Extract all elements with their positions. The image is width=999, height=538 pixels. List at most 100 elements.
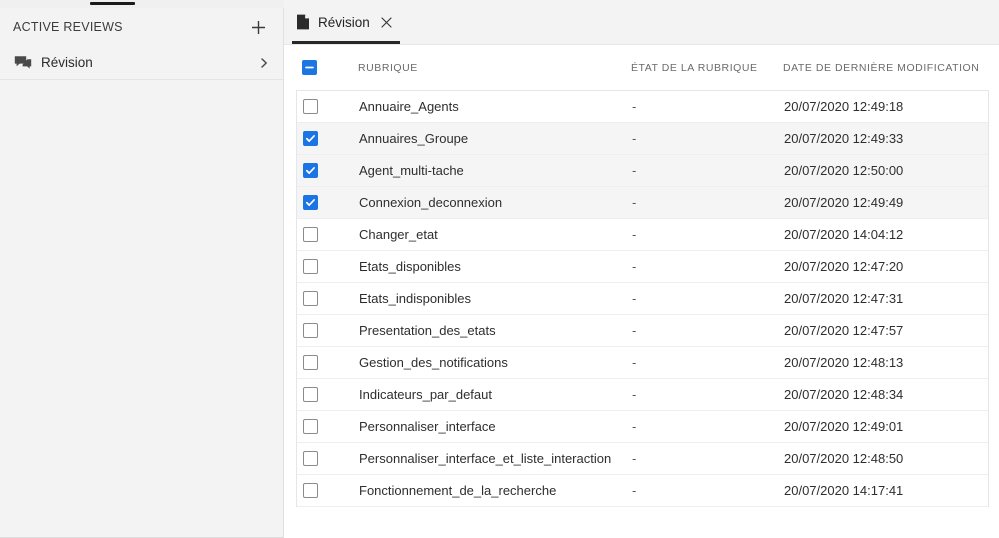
column-header-date[interactable]: DATE DE DERNIÈRE MODIFICATION bbox=[783, 62, 999, 74]
cell-date: 20/07/2020 12:47:20 bbox=[784, 259, 988, 274]
cell-date: 20/07/2020 12:47:31 bbox=[784, 291, 988, 306]
row-checkbox-cell bbox=[303, 195, 359, 210]
tab-label: Révision bbox=[318, 15, 370, 30]
cell-rubrique: Personnaliser_interface bbox=[359, 419, 632, 434]
sidebar-item-label: Révision bbox=[41, 55, 257, 70]
table-header-row: RUBRIQUE ÉTAT DE LA RUBRIQUE DATE DE DER… bbox=[284, 45, 999, 90]
cell-etat: - bbox=[632, 227, 784, 242]
close-icon[interactable] bbox=[380, 15, 394, 29]
row-checkbox-cell bbox=[303, 451, 359, 466]
row-checkbox-cell bbox=[303, 291, 359, 306]
cell-date: 20/07/2020 14:04:12 bbox=[784, 227, 988, 242]
plus-icon bbox=[250, 19, 267, 36]
row-checkbox[interactable] bbox=[303, 163, 318, 178]
cell-date: 20/07/2020 12:48:34 bbox=[784, 387, 988, 402]
table-row[interactable]: Agent_multi-tache-20/07/2020 12:50:00 bbox=[297, 155, 988, 187]
tab-bar: Révision bbox=[284, 0, 999, 45]
select-all-checkbox[interactable] bbox=[302, 60, 317, 75]
table-row[interactable]: Indicateurs_par_defaut-20/07/2020 12:48:… bbox=[297, 379, 988, 411]
document-icon bbox=[296, 14, 310, 30]
row-checkbox[interactable] bbox=[303, 99, 318, 114]
cell-etat: - bbox=[632, 483, 784, 498]
row-checkbox-cell bbox=[303, 355, 359, 370]
cell-rubrique: Changer_etat bbox=[359, 227, 632, 242]
cell-etat: - bbox=[632, 99, 784, 114]
cell-etat: - bbox=[632, 355, 784, 370]
row-checkbox[interactable] bbox=[303, 291, 318, 306]
column-header-rubrique[interactable]: RUBRIQUE bbox=[358, 62, 631, 74]
cell-rubrique: Etats_disponibles bbox=[359, 259, 632, 274]
row-checkbox-cell bbox=[303, 259, 359, 274]
table-row[interactable]: Presentation_des_etats-20/07/2020 12:47:… bbox=[297, 315, 988, 347]
cell-rubrique: Indicateurs_par_defaut bbox=[359, 387, 632, 402]
row-checkbox[interactable] bbox=[303, 323, 318, 338]
row-checkbox[interactable] bbox=[303, 387, 318, 402]
table-row[interactable]: Etats_disponibles-20/07/2020 12:47:20 bbox=[297, 251, 988, 283]
cell-etat: - bbox=[632, 291, 784, 306]
table-row[interactable]: Etats_indisponibles-20/07/2020 12:47:31 bbox=[297, 283, 988, 315]
cell-rubrique: Etats_indisponibles bbox=[359, 291, 632, 306]
sidebar-item-revision[interactable]: Révision bbox=[0, 46, 283, 80]
sidebar-title: ACTIVE REVIEWS bbox=[13, 20, 123, 34]
column-header-etat[interactable]: ÉTAT DE LA RUBRIQUE bbox=[631, 62, 783, 74]
cell-rubrique: Agent_multi-tache bbox=[359, 163, 632, 178]
table-row[interactable]: Connexion_deconnexion-20/07/2020 12:49:4… bbox=[297, 187, 988, 219]
cell-etat: - bbox=[632, 163, 784, 178]
row-checkbox[interactable] bbox=[303, 195, 318, 210]
cell-rubrique: Annuaire_Agents bbox=[359, 99, 632, 114]
table-container: RUBRIQUE ÉTAT DE LA RUBRIQUE DATE DE DER… bbox=[284, 45, 999, 538]
cell-etat: - bbox=[632, 131, 784, 146]
cell-date: 20/07/2020 12:48:50 bbox=[784, 451, 988, 466]
table-row[interactable]: Personnaliser_interface_et_liste_interac… bbox=[297, 443, 988, 475]
cell-etat: - bbox=[632, 259, 784, 274]
cell-date: 20/07/2020 12:48:13 bbox=[784, 355, 988, 370]
cell-date: 20/07/2020 14:17:41 bbox=[784, 483, 988, 498]
cell-rubrique: Connexion_deconnexion bbox=[359, 195, 632, 210]
row-checkbox[interactable] bbox=[303, 227, 318, 242]
view-indicator-strip bbox=[0, 0, 284, 8]
cell-date: 20/07/2020 12:50:00 bbox=[784, 163, 988, 178]
chevron-right-icon[interactable] bbox=[257, 56, 271, 70]
table-row[interactable]: Fonctionnement_de_la_recherche-20/07/202… bbox=[297, 475, 988, 507]
cell-date: 20/07/2020 12:49:33 bbox=[784, 131, 988, 146]
row-checkbox[interactable] bbox=[303, 419, 318, 434]
comments-icon bbox=[14, 54, 32, 72]
cell-etat: - bbox=[632, 419, 784, 434]
table-row[interactable]: Annuaire_Agents-20/07/2020 12:49:18 bbox=[297, 91, 988, 123]
cell-rubrique: Gestion_des_notifications bbox=[359, 355, 632, 370]
cell-rubrique: Presentation_des_etats bbox=[359, 323, 632, 338]
sidebar-header: ACTIVE REVIEWS bbox=[0, 8, 283, 46]
table-row[interactable]: Changer_etat-20/07/2020 14:04:12 bbox=[297, 219, 988, 251]
cell-date: 20/07/2020 12:49:01 bbox=[784, 419, 988, 434]
table-row[interactable]: Gestion_des_notifications-20/07/2020 12:… bbox=[297, 347, 988, 379]
row-checkbox[interactable] bbox=[303, 259, 318, 274]
cell-rubrique: Fonctionnement_de_la_recherche bbox=[359, 483, 632, 498]
cell-rubrique: Annuaires_Groupe bbox=[359, 131, 632, 146]
row-checkbox-cell bbox=[303, 419, 359, 434]
cell-etat: - bbox=[632, 451, 784, 466]
tab-revision[interactable]: Révision bbox=[284, 0, 408, 44]
cell-etat: - bbox=[632, 387, 784, 402]
row-checkbox[interactable] bbox=[303, 483, 318, 498]
cell-date: 20/07/2020 12:47:57 bbox=[784, 323, 988, 338]
cell-etat: - bbox=[632, 323, 784, 338]
table-row[interactable]: Personnaliser_interface-20/07/2020 12:49… bbox=[297, 411, 988, 443]
row-checkbox-cell bbox=[303, 131, 359, 146]
row-checkbox[interactable] bbox=[303, 451, 318, 466]
app-window: ACTIVE REVIEWS Révision bbox=[0, 0, 999, 538]
row-checkbox-cell bbox=[303, 387, 359, 402]
cell-etat: - bbox=[632, 195, 784, 210]
cell-rubrique: Personnaliser_interface_et_liste_interac… bbox=[359, 451, 632, 466]
table-row[interactable]: Annuaires_Groupe-20/07/2020 12:49:33 bbox=[297, 123, 988, 155]
cell-date: 20/07/2020 12:49:49 bbox=[784, 195, 988, 210]
row-checkbox-cell bbox=[303, 163, 359, 178]
main-area: Révision RUBRIQUE É bbox=[284, 0, 999, 538]
row-checkbox-cell bbox=[303, 483, 359, 498]
select-all-cell bbox=[302, 60, 358, 75]
row-checkbox-cell bbox=[303, 227, 359, 242]
add-review-button[interactable] bbox=[247, 16, 269, 38]
cell-date: 20/07/2020 12:49:18 bbox=[784, 99, 988, 114]
sidebar: ACTIVE REVIEWS Révision bbox=[0, 0, 284, 538]
row-checkbox[interactable] bbox=[303, 355, 318, 370]
row-checkbox[interactable] bbox=[303, 131, 318, 146]
